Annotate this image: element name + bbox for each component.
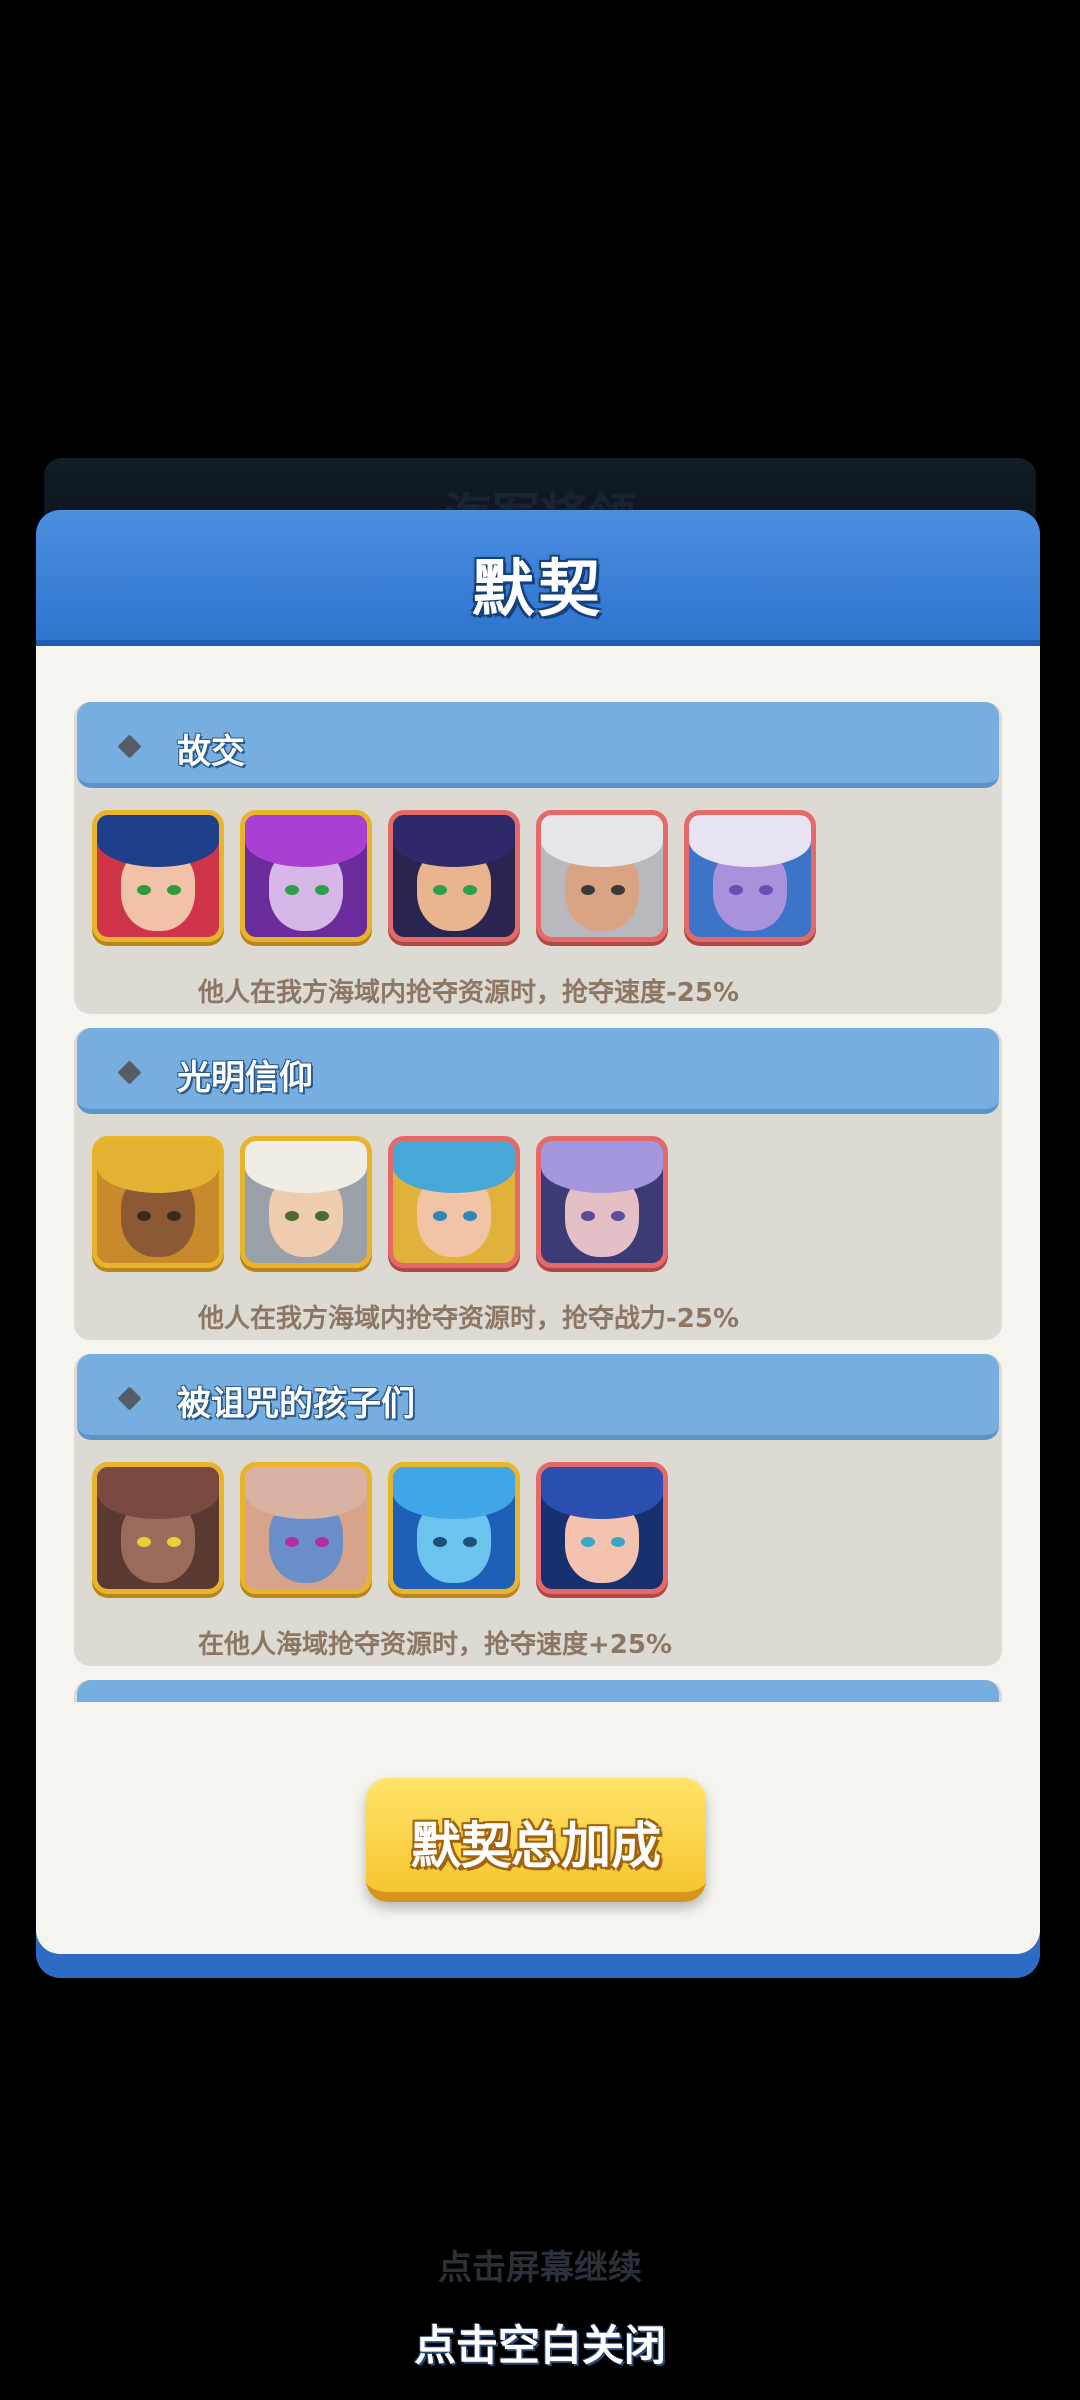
hero-werewolf-icon[interactable] (92, 1462, 224, 1594)
dialog-title: 默契 (471, 552, 604, 625)
hero-white-priestess-icon[interactable] (240, 1136, 372, 1268)
hero-hair (393, 815, 515, 867)
hero-hair (97, 815, 219, 867)
bond-effect-text: 在他人海域抢夺资源时，抢夺速度+25% (198, 1630, 673, 1660)
hero-eye (729, 885, 743, 895)
bond-name: 被诅咒的孩子们 (177, 1384, 415, 1424)
diamond-bullet-icon (117, 1386, 142, 1411)
hero-golden-tiara-icon[interactable] (388, 810, 520, 942)
hero-eye (285, 885, 299, 895)
hero-hair (393, 1141, 515, 1193)
hero-hair (541, 1141, 663, 1193)
hero-eye (463, 885, 477, 895)
hero-hair (541, 1467, 663, 1519)
hero-eye (315, 885, 329, 895)
hero-eye (315, 1537, 329, 1547)
hero-eye (581, 1211, 595, 1221)
hero-hair (245, 815, 367, 867)
hero-blue-ghost-icon[interactable] (388, 1462, 520, 1594)
hero-hair (393, 1467, 515, 1519)
bond-header: 冰与火 (77, 1680, 999, 1702)
hero-purple-demoness-icon[interactable] (240, 810, 372, 942)
dialog-header: 默契 (36, 510, 1040, 646)
hero-eye (433, 885, 447, 895)
hero-eye (285, 1211, 299, 1221)
hero-row (92, 810, 816, 944)
bond-card: 冰与火 (74, 1680, 1002, 1702)
tap-to-continue-hint: 点击屏幕继续 (438, 2248, 642, 2288)
hero-harpy-icon[interactable] (240, 1462, 372, 1594)
hero-eye (433, 1537, 447, 1547)
bond-name: 故交 (177, 732, 245, 772)
bond-effect-text: 他人在我方海域内抢夺资源时，抢夺战力-25% (198, 1304, 740, 1334)
hero-eye (463, 1211, 477, 1221)
total-bonus-button[interactable]: 默契总加成 (366, 1778, 706, 1902)
hero-hair (245, 1467, 367, 1519)
total-bonus-label: 默契总加成 (411, 1817, 661, 1875)
hero-hair (245, 1141, 367, 1193)
hero-old-gangster-icon[interactable] (536, 810, 668, 942)
hero-golden-mask-icon[interactable] (92, 1136, 224, 1268)
dialog-body: 故交 他人在我方海域内抢夺资源时，抢夺速度-25% 光明信仰 他人在我方海域内抢夺资源… (36, 646, 1040, 1954)
hero-hair (97, 1141, 219, 1193)
hero-lavender-mage-icon[interactable] (536, 1136, 668, 1268)
hero-eye (167, 1537, 181, 1547)
hero-row (92, 1136, 668, 1270)
hero-eye (611, 1211, 625, 1221)
hero-eye (167, 1211, 181, 1221)
bond-card: 光明信仰他人在我方海域内抢夺资源时，抢夺战力-25% (74, 1028, 1002, 1340)
hero-violet-sorceress-icon[interactable] (684, 810, 816, 942)
hero-valkyrie-icon[interactable] (388, 1136, 520, 1268)
tap-blank-to-close-hint[interactable]: 点击空白关闭 (0, 2312, 1080, 2373)
bond-effect-text: 他人在我方海域内抢夺资源时，抢夺速度-25% (198, 978, 740, 1008)
diamond-bullet-icon (117, 1060, 142, 1085)
bond-header: 故交 (77, 702, 999, 788)
hero-row (92, 1462, 668, 1596)
bond-header: 被诅咒的孩子们 (77, 1354, 999, 1440)
hero-eye (433, 1211, 447, 1221)
hero-eye (167, 885, 181, 895)
hero-eye (137, 1537, 151, 1547)
bond-dialog: 故交 他人在我方海域内抢夺资源时，抢夺速度-25% 光明信仰 他人在我方海域内抢夺资源… (36, 510, 1040, 1978)
hero-red-witch-icon[interactable] (92, 810, 224, 942)
hero-eye (315, 1211, 329, 1221)
hero-eye (611, 1537, 625, 1547)
hero-hair (689, 815, 811, 867)
hero-hair (97, 1467, 219, 1519)
hero-eye (581, 885, 595, 895)
hero-eye (463, 1537, 477, 1547)
bond-card: 被诅咒的孩子们在他人海域抢夺资源时，抢夺速度+25% (74, 1354, 1002, 1666)
hero-hair (541, 815, 663, 867)
bond-card: 故交他人在我方海域内抢夺资源时，抢夺速度-25% (74, 702, 1002, 1014)
hero-eye (285, 1537, 299, 1547)
hero-eye (581, 1537, 595, 1547)
hero-vampire-girl-icon[interactable] (536, 1462, 668, 1594)
diamond-bullet-icon (117, 734, 142, 759)
bond-list[interactable]: 故交 他人在我方海域内抢夺资源时，抢夺速度-25% 光明信仰 他人在我方海域内抢夺资源… (74, 702, 1002, 1702)
hero-eye (137, 1211, 151, 1221)
hero-eye (611, 885, 625, 895)
bond-header: 光明信仰 (77, 1028, 999, 1114)
hero-eye (137, 885, 151, 895)
hero-eye (759, 885, 773, 895)
bond-name: 光明信仰 (177, 1058, 313, 1098)
